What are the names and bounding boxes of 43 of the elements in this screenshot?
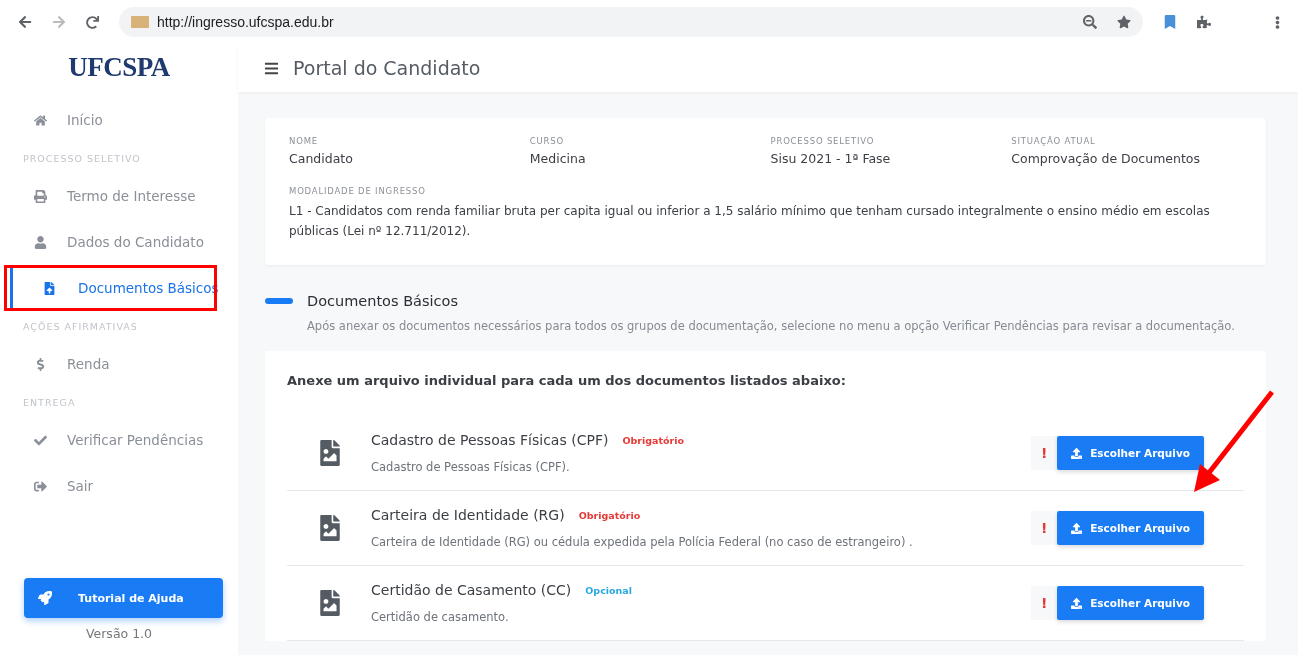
nav-item[interactable]: Sair <box>0 463 238 509</box>
field-value: L1 - Candidatos com renda familiar bruta per capita igual ou inferior a 1,5 salário mínimo que tenham cursado integralmente o ensino médio em escolas públicas (Lei nº 12.711/2012). <box>289 203 1211 240</box>
choose-file-button[interactable]: Escolher Arquivo <box>1057 586 1204 620</box>
field-label: CURSO <box>529 136 565 146</box>
field-value: Medicina <box>529 151 587 166</box>
nav-section-label: ENTREGA <box>22 395 77 410</box>
help-button[interactable]: Tutorial de Ajuda <box>24 578 223 618</box>
document-title: Carteira de Identidade (RG) <box>371 507 565 523</box>
field-value: Sisu 2021 - 1ª Fase <box>770 151 892 166</box>
pending-status: ! <box>1031 586 1058 620</box>
pending-status: ! <box>1031 436 1058 470</box>
nav-item[interactable]: Início <box>0 97 238 143</box>
version-text: Versão 1.0 <box>84 625 154 643</box>
requirement-label: Obrigatório <box>578 509 641 521</box>
nav-section-label: PROCESSO SELETIVO <box>22 151 142 166</box>
document-description: Carteira de Identidade (RG) ou cédula expedida pela Polícia Federal (no caso de estrangeiro) . <box>371 535 914 549</box>
requirement-label: Obrigatório <box>622 434 684 446</box>
address-bar[interactable]: http://ingresso.ufcspa.edu.br <box>119 7 1143 37</box>
nav-item[interactable]: Renda <box>0 341 238 387</box>
document-title: Certidão de Casamento (CC) <box>371 582 572 598</box>
field-label: NOME <box>289 136 319 146</box>
field-value: Candidato <box>289 151 354 166</box>
pending-status: ! <box>1031 511 1058 545</box>
field-value: Comprovação de Documentos <box>1011 151 1201 166</box>
document-title: Cadastro de Pessoas Físicas (CPF) <box>371 432 609 448</box>
section-title: Documentos Básicos <box>307 293 458 309</box>
url-text: http://ingresso.ufcspa.edu.br <box>157 14 334 30</box>
choose-file-button[interactable]: Escolher Arquivo <box>1057 436 1204 470</box>
document-description: Cadastro de Pessoas Físicas (CPF). <box>371 460 571 474</box>
page-title: Portal do Candidato <box>293 57 481 79</box>
field-label: SITUAÇÃO ATUAL <box>1011 136 1097 146</box>
documents-intro: Anexe um arquivo individual para cada um dos documentos listados abaixo: <box>287 373 847 388</box>
document-description: Certidão de casamento. <box>371 610 510 624</box>
logo: UFCSPA <box>67 51 171 84</box>
nav-item[interactable]: Verificar Pendências <box>0 417 238 463</box>
choose-file-button[interactable]: Escolher Arquivo <box>1057 511 1204 545</box>
nav-item[interactable]: Dados do Candidato <box>0 219 238 265</box>
nav-section-label: AÇÕES AFIRMATIVAS <box>22 319 139 334</box>
section-description: Após anexar os documentos necessários para todos os grupos de documentação, selecione no menu a opção Verificar Pendências para revisar a documentação. <box>307 319 1236 333</box>
field-label: MODALIDADE DE INGRESSO <box>289 186 427 196</box>
field-label: PROCESSO SELETIVO <box>770 136 876 146</box>
requirement-label: Opcional <box>585 584 633 596</box>
nav-item[interactable]: Termo de Interesse <box>0 173 238 219</box>
